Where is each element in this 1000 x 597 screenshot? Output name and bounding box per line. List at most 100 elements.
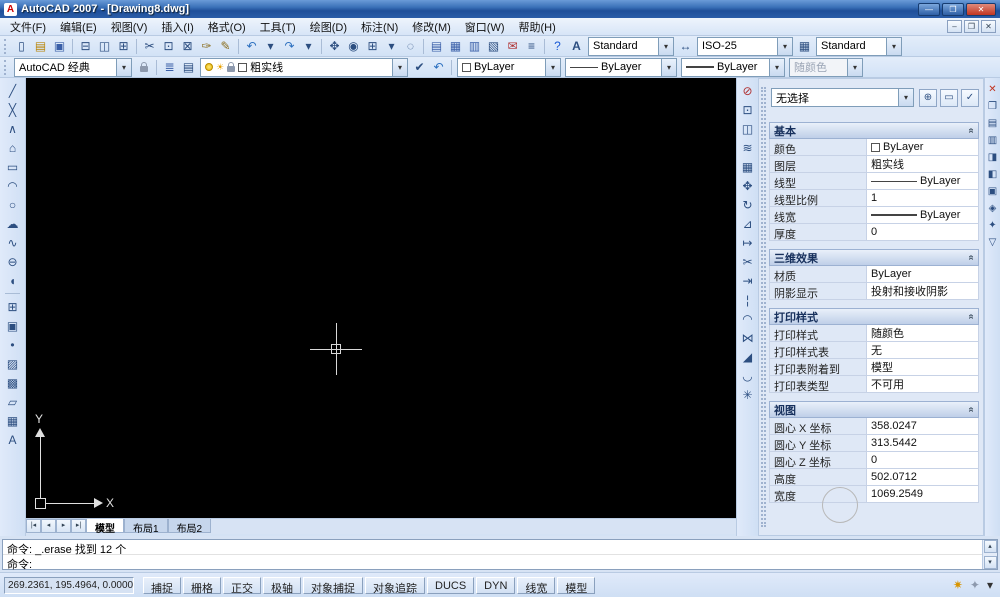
collapse-chevron-icon[interactable]: « [966,255,977,261]
mirror-icon[interactable]: ◫ [738,119,758,138]
property-value[interactable]: ByLayer [867,173,978,189]
open-icon[interactable]: ▤ [31,37,50,56]
chevron-down-icon[interactable]: ▾ [898,89,913,106]
tab-nav-next-icon[interactable]: ▸ [56,519,71,533]
property-value[interactable]: ByLayer [867,266,978,282]
trim-icon[interactable]: ✂ [738,252,758,271]
property-value[interactable]: ByLayer [867,139,978,155]
spline-icon[interactable]: ∿ [3,233,23,252]
right-toolbar-icon-5[interactable]: ◨ [985,149,1000,166]
undo-icon[interactable]: ↶ [242,37,261,56]
right-toolbar-icon-6[interactable]: ◧ [985,166,1000,183]
linetype-combo[interactable]: ByLayer ▾ [565,57,677,77]
copy-object-icon[interactable]: ⊡ [738,100,758,119]
dim-style-combo[interactable]: ISO-25 ▾ [697,36,793,56]
polyline-icon[interactable]: ∧ [3,119,23,138]
text-style-combo[interactable]: Standard ▾ [588,36,674,56]
designcenter-icon[interactable]: ▦ [446,37,465,56]
tab-nav-prev-icon[interactable]: ◂ [41,519,56,533]
array-icon[interactable]: ▦ [738,157,758,176]
explode-icon[interactable]: ✳ [738,385,758,404]
chevron-down-icon[interactable]: ▾ [116,58,131,76]
polygon-icon[interactable]: ⌂ [3,138,23,157]
zoom-realtime-icon[interactable]: ◉ [344,37,363,56]
join-icon[interactable]: ⋈ [738,328,758,347]
help-icon[interactable]: ? [548,37,567,56]
property-value[interactable]: 0 [867,224,978,240]
property-value[interactable]: ByLayer [867,207,978,223]
plot-icon[interactable]: ⊟ [76,37,95,56]
extend-icon[interactable]: ⇥ [738,271,758,290]
save-icon[interactable]: ▣ [50,37,69,56]
offset-icon[interactable]: ≋ [738,138,758,157]
stretch-icon[interactable]: ↦ [738,233,758,252]
status-toggle-3[interactable]: 正交 [223,576,261,595]
command-prompt-line[interactable]: 命令: [3,555,997,571]
chamfer-icon[interactable]: ◢ [738,347,758,366]
property-value[interactable]: 358.0247 [867,418,978,434]
status-toggle-5[interactable]: 对象捕捉 [303,576,363,595]
chevron-down-icon[interactable]: ▾ [658,37,673,55]
status-toggle-8[interactable]: DYN [476,576,516,594]
command-scrollbar[interactable]: ▴ ▾ [982,540,997,569]
tab-nav-last-icon[interactable]: ▸| [71,519,86,533]
erase-icon[interactable]: ⊘ [738,81,758,100]
redo-icon[interactable]: ↷ [280,37,299,56]
ellipse-arc-icon[interactable]: ◖ [3,271,23,290]
right-toolbar-icon-2[interactable]: ❐ [985,98,1000,115]
property-value[interactable]: 粗实线 [867,156,978,172]
status-toggle-2[interactable]: 栅格 [183,576,221,595]
property-value[interactable]: 1069.2549 [867,486,978,502]
insert-block-icon[interactable]: ⊞ [3,297,23,316]
hatch-icon[interactable]: ▨ [3,354,23,373]
property-value[interactable]: 无 [867,342,978,358]
status-toggle-4[interactable]: 极轴 [263,576,301,595]
color-combo[interactable]: ByLayer ▾ [457,57,561,77]
line-icon[interactable]: ╱ [3,81,23,100]
section-header-1[interactable]: 基本 « [769,122,979,139]
selection-combo[interactable]: 无选择 ▾ [771,88,914,107]
toolbar-grip[interactable] [4,38,8,54]
status-toggle-9[interactable]: 线宽 [517,576,556,595]
table-style-combo[interactable]: Standard ▾ [816,36,902,56]
status-toggle-10[interactable]: 模型 [557,576,596,595]
multiline-text-icon[interactable]: A [3,430,23,449]
move-icon[interactable]: ✥ [738,176,758,195]
make-object-layer-current-icon[interactable]: ✔ [410,58,429,77]
status-toggle-1[interactable]: 捕捉 [143,576,181,595]
menu-item-4[interactable]: 插入(I) [154,18,200,36]
collapse-chevron-icon[interactable]: « [966,314,977,320]
property-value[interactable]: 随颜色 [867,325,978,341]
table-icon[interactable]: ▦ [3,411,23,430]
section-header-2[interactable]: 三维效果 « [769,249,979,266]
menu-item-6[interactable]: 工具(T) [253,18,303,36]
layout-tab-1[interactable]: 模型 [86,519,124,535]
region-icon[interactable]: ▱ [3,392,23,411]
table-style-icon[interactable]: ▦ [795,37,814,56]
right-toolbar-icon-3[interactable]: ▤ [985,115,1000,132]
doc-close-button[interactable]: ✕ [981,20,996,33]
break-at-point-icon[interactable]: ¦ [738,290,758,309]
layer-combo[interactable]: ☀ 粗实线 ▾ [200,57,408,77]
scroll-down-icon[interactable]: ▾ [983,556,997,569]
make-block-icon[interactable]: ▣ [3,316,23,335]
undo-dropdown-icon[interactable]: ▾ [261,37,280,56]
section-header-4[interactable]: 视图 « [769,401,979,418]
chevron-down-icon[interactable]: ▾ [545,58,560,76]
layout-tab-2[interactable]: 布局1 [124,519,168,535]
menu-item-7[interactable]: 绘图(D) [303,18,354,36]
menu-item-5[interactable]: 格式(O) [201,18,253,36]
publish-icon[interactable]: ⊞ [114,37,133,56]
layer-properties-manager-icon[interactable]: ≣ [160,58,179,77]
right-toolbar-icon-8[interactable]: ◈ [985,200,1000,217]
copy-icon[interactable]: ⊡ [159,37,178,56]
restore-button[interactable]: ❐ [942,2,964,16]
menu-item-3[interactable]: 视图(V) [104,18,155,36]
gradient-icon[interactable]: ▩ [3,373,23,392]
command-text-area[interactable]: 命令: _.erase 找到 12 个 命令: ▴ ▾ [2,539,998,571]
paste-icon[interactable]: ⊠ [178,37,197,56]
doc-restore-button[interactable]: ❐ [964,20,979,33]
layer-states-manager-icon[interactable]: ▤ [179,58,198,77]
coordinate-display[interactable]: 269.2361, 195.4964, 0.0000 [4,576,134,594]
close-icon[interactable]: ✕ [985,81,1000,98]
